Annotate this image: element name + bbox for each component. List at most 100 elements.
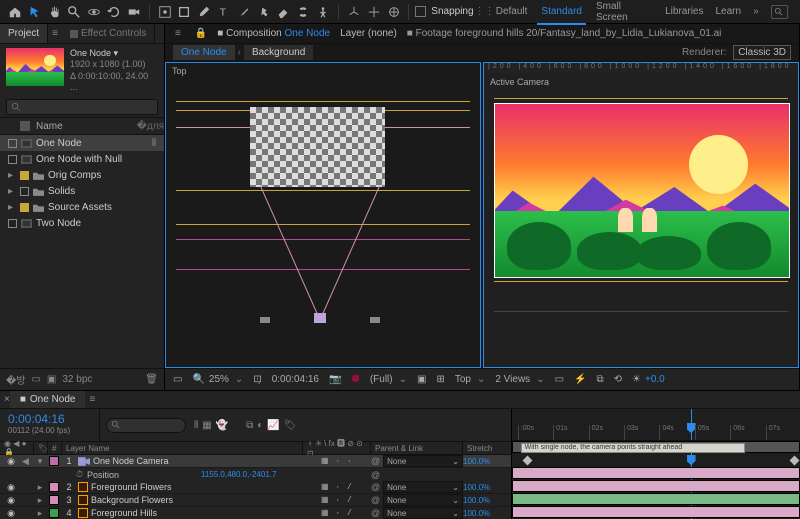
local-axis-icon[interactable] — [345, 3, 363, 21]
twirl-icon[interactable]: ▸ — [34, 482, 46, 493]
layer-switches[interactable]: ▦ · / — [321, 495, 371, 505]
text-tool-icon[interactable]: T — [215, 3, 233, 21]
property-row[interactable]: ⏱Position1155.0,480.0,-2401.7@ — [0, 468, 511, 481]
label-chip[interactable] — [49, 508, 59, 518]
workspace-default[interactable]: Default — [496, 6, 528, 17]
project-panel-menu-icon[interactable]: ≡ — [52, 28, 58, 39]
label-column-icon[interactable] — [20, 121, 30, 131]
visibility-toggle[interactable]: ◉ — [0, 508, 22, 519]
viewport-top[interactable]: Top — [165, 62, 481, 368]
hand-tool-icon[interactable] — [46, 3, 64, 21]
layer-search-input[interactable] — [106, 418, 186, 433]
parent-link[interactable]: @None⌄ — [371, 481, 463, 493]
visibility-toggle[interactable]: ◉ — [0, 456, 22, 467]
always-preview-icon[interactable]: ⟲ — [614, 374, 622, 385]
project-item[interactable]: ▸ Source Assets — [0, 199, 164, 215]
project-search-input[interactable] — [6, 99, 158, 115]
viewport-active-camera[interactable]: |200 |400 |600 |800 |1000 |1200 |1400 |1… — [483, 62, 799, 368]
label-chip[interactable] — [49, 495, 59, 505]
pickwhip-icon[interactable]: @ — [371, 495, 380, 505]
comp-flowchart-icon[interactable]: ⫴ — [194, 420, 198, 431]
renderer-selector[interactable]: Renderer: Classic 3D — [682, 45, 791, 60]
breadcrumb-item[interactable]: One Node — [173, 45, 235, 60]
snap-options-icon[interactable]: ⋮⋮ — [476, 3, 494, 21]
workspace-libraries[interactable]: Libraries — [665, 6, 703, 17]
layer-name[interactable]: One Node Camera — [76, 456, 321, 466]
footage-tab[interactable]: ■ Footage foreground hills 20/Fantasy_la… — [407, 28, 722, 39]
stretch-value[interactable]: 100.0% — [463, 496, 511, 505]
layer-switches[interactable]: ▦ · / — [321, 508, 371, 518]
timeline-menu-icon[interactable]: ≡ — [89, 394, 95, 405]
zoom-tool-icon[interactable] — [65, 3, 83, 21]
layer-switches[interactable]: ▦ · / — [321, 482, 371, 492]
parent-link[interactable]: @None⌄ — [371, 507, 463, 519]
project-tab[interactable]: Project — [0, 24, 48, 43]
lock-icon[interactable]: 🔒 — [195, 28, 207, 39]
breadcrumb-item[interactable]: Background — [244, 45, 313, 60]
grid-icon[interactable]: ⊞ — [436, 374, 444, 385]
orbit-tool-icon[interactable] — [85, 3, 103, 21]
search-help-icon[interactable] — [771, 5, 788, 19]
delete-icon[interactable]: 🗑 — [145, 374, 158, 385]
layer-marker[interactable]: With single node, the camera points stra… — [521, 443, 746, 453]
stretch-value[interactable]: 100.0% — [463, 509, 511, 518]
snapshot-icon[interactable]: 📷 — [329, 374, 341, 385]
visibility-toggle[interactable]: ◉ — [0, 482, 22, 493]
visibility-toggle[interactable]: ◉ — [0, 495, 22, 506]
project-item[interactable]: One Node ⫴ — [0, 135, 164, 151]
eraser-tool-icon[interactable] — [275, 3, 293, 21]
motion-blur-icon[interactable]: ◐ — [257, 420, 263, 431]
magnification-icon[interactable]: ▭ — [173, 374, 182, 385]
layer-tab[interactable]: Layer (none) — [340, 28, 397, 39]
keyframe[interactable] — [790, 456, 800, 466]
flowchart-icon[interactable]: ⫴ — [148, 138, 160, 149]
twirl-icon[interactable]: ▸ — [34, 495, 46, 506]
layer-track[interactable] — [512, 480, 800, 492]
playhead[interactable] — [691, 409, 692, 440]
workspace-standard[interactable]: Standard — [539, 2, 584, 21]
parent-link[interactable]: @None⌄ — [371, 455, 463, 467]
stretch-column[interactable]: Stretch — [463, 442, 511, 454]
view-axis-icon[interactable] — [385, 3, 403, 21]
show-channel-icon[interactable]: ❁ — [351, 374, 359, 385]
world-axis-icon[interactable] — [365, 3, 383, 21]
project-item[interactable]: ▸ Solids — [0, 183, 164, 199]
effect-controls-tab[interactable]: Effect Controls — [62, 24, 155, 43]
layer-track[interactable] — [512, 467, 800, 479]
pickwhip-icon[interactable]: @ — [371, 456, 380, 466]
selection-tool-icon[interactable] — [26, 3, 44, 21]
camera-tool-icon[interactable] — [125, 3, 143, 21]
layer-track[interactable] — [512, 506, 800, 518]
property-value[interactable]: 1155.0,480.0,-2401.7 — [201, 470, 371, 479]
views-layout-dropdown[interactable]: 2 Views⌄ — [495, 374, 544, 385]
layer-name[interactable]: Background Flowers — [76, 495, 321, 505]
timeline-tab[interactable]: ■ One Node — [10, 391, 86, 408]
stopwatch-icon[interactable]: ⏱ — [76, 469, 83, 480]
anchor-tool-icon[interactable] — [156, 3, 174, 21]
frame-blend-icon[interactable]: ⧉ — [246, 420, 253, 431]
resolution-dropdown[interactable]: (Full)⌄ — [370, 374, 407, 385]
brush-tool-icon[interactable] — [235, 3, 253, 21]
parent-column[interactable]: Parent & Link — [371, 442, 463, 454]
workspace-learn[interactable]: Learn — [715, 6, 741, 17]
roi-icon[interactable]: ▣ — [417, 374, 426, 385]
layer-switches[interactable]: ▦ · · — [321, 456, 371, 466]
track-area[interactable]: With single node, the camera points stra… — [512, 441, 800, 519]
layer-row[interactable]: ◉▸2Foreground Flowers▦ · /@None⌄100.0% — [0, 481, 511, 494]
time-ruler[interactable]: :00s01s02s03s04s05s06s07s — [512, 409, 800, 441]
pen-tool-icon[interactable] — [195, 3, 213, 21]
view-dropdown[interactable]: Top⌄ — [455, 374, 486, 385]
pickwhip-icon[interactable]: @ — [371, 508, 380, 518]
parent-link[interactable]: @None⌄ — [371, 494, 463, 506]
shape-tool-icon[interactable] — [175, 3, 193, 21]
new-comp-icon[interactable]: ▣ — [47, 374, 56, 385]
rotate-tool-icon[interactable] — [105, 3, 123, 21]
timecode-display[interactable]: 0:00:04:16 — [272, 374, 319, 385]
twirl-icon[interactable]: ▸ — [34, 508, 46, 519]
workspace-small-screen[interactable]: Small Screen — [596, 1, 653, 23]
pixel-aspect-icon[interactable]: ▭ — [555, 374, 564, 385]
zoom-dropdown[interactable]: 🔍 25%⌄ — [192, 374, 243, 385]
brainstorm-icon[interactable]: 🏷 — [284, 420, 297, 431]
name-column-header[interactable]: Name — [36, 121, 63, 132]
label-chip[interactable] — [49, 456, 59, 466]
